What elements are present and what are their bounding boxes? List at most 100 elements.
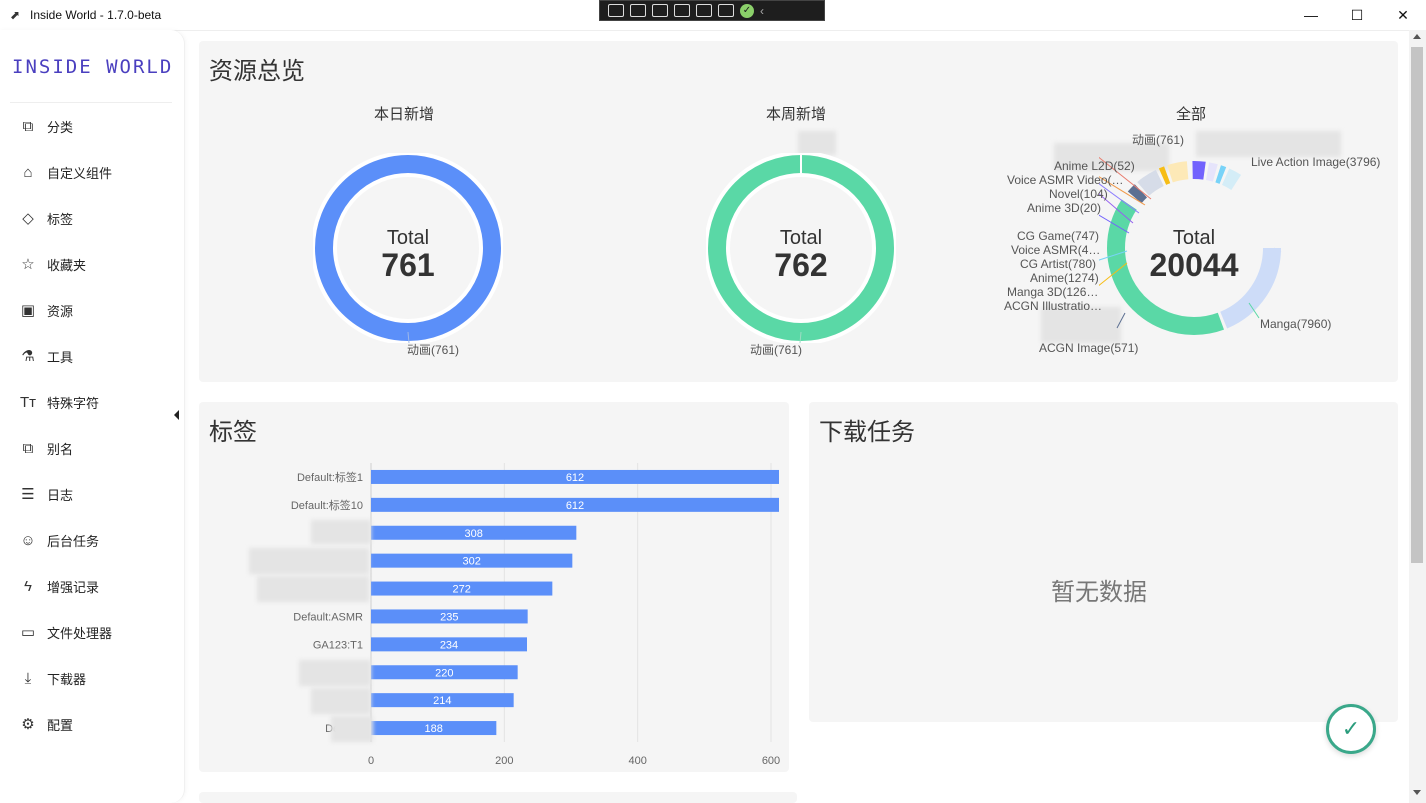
- overview-card: 资源总览 本日新增 Total 761 动画(761) 本周新增 Total 7…: [199, 41, 1398, 382]
- y-category-label: Default:ASMR: [293, 611, 363, 623]
- image-icon: ▣: [20, 302, 36, 319]
- bar-value-label: 188: [424, 723, 442, 735]
- component-icon: ⌂: [23, 163, 33, 181]
- window-title: Inside World - 1.7.0-beta: [30, 8, 162, 22]
- sidebar-item-downloader[interactable]: ⤓ 下载器: [0, 658, 184, 698]
- all-slice-label: ACGN Image(571): [1039, 341, 1139, 355]
- all-slice-label: Voice ASMR Video(…: [1007, 173, 1124, 187]
- downloads-card-title: 下载任务: [819, 419, 915, 446]
- live-tree-icon[interactable]: [608, 4, 624, 17]
- empty-state-text: 暂无数据: [1051, 579, 1147, 606]
- tags-card: 标签 0 200 400 600 612 Default:标签1 612 Default:标签…: [199, 402, 789, 772]
- weekly-donut-title: 本周新增: [766, 106, 827, 123]
- sidebar-item-label: 标签: [47, 211, 74, 227]
- daily-total-value: 761: [381, 247, 435, 283]
- robot-icon: ☺: [20, 531, 36, 549]
- all-slice-label: Manga(7960): [1260, 317, 1332, 331]
- sidebar-item-label: 资源: [47, 303, 74, 319]
- redacted-label: [798, 131, 836, 155]
- sidebar-item-file-processor[interactable]: ▭ 文件处理器: [0, 612, 184, 652]
- status-check-button[interactable]: ✓: [1326, 704, 1376, 754]
- sidebar-item-alias[interactable]: ⧉ 别名: [0, 428, 184, 468]
- sidebar-item-resources[interactable]: ▣ 资源: [0, 290, 184, 330]
- sidebar-item-label: 别名: [47, 441, 74, 457]
- lightning-icon: ϟ: [24, 577, 32, 595]
- ok-icon[interactable]: ✓: [740, 3, 754, 18]
- sidebar-item-settings[interactable]: ⚙ 配置: [0, 704, 184, 744]
- redacted-label: [257, 576, 369, 602]
- all-slice-label: Anime(1274): [1030, 271, 1099, 285]
- bar-value-label: 612: [566, 500, 584, 512]
- sidebar-item-enhancement[interactable]: ϟ 增强记录: [0, 566, 184, 606]
- bar-value-label: 612: [566, 472, 584, 484]
- folder-icon: ▭: [20, 624, 36, 641]
- x-tick-label: 0: [368, 755, 374, 767]
- sidebar-item-tools[interactable]: ⚗ 工具: [0, 336, 184, 376]
- sidebar-item-label: 增强记录: [47, 579, 100, 595]
- collapse-icon[interactable]: ‹: [760, 4, 764, 18]
- sidebar-item-favorites[interactable]: ☆ 收藏夹: [0, 244, 184, 284]
- redacted-label: [331, 716, 373, 742]
- sidebar: INSIDE WORLD ⧉ 分类 ⌂ 自定义组件 ◇ 标签 ☆ 收藏夹 ▣ 资…: [0, 30, 185, 803]
- display-layout-adorners-icon[interactable]: [674, 4, 690, 17]
- cursor-icon: ⬈: [10, 8, 21, 22]
- overview-title: 资源总览: [209, 58, 305, 85]
- sidebar-collapse-button[interactable]: [174, 410, 179, 420]
- bar-value-label: 234: [440, 639, 458, 651]
- tags-bar-chart: 0 200 400 600 612 Default:标签1 612 Default:标签10 3…: [291, 463, 780, 767]
- x-tick-label: 200: [495, 755, 513, 767]
- bar-value-label: 220: [435, 667, 453, 679]
- maximize-button[interactable]: ☐: [1334, 0, 1380, 30]
- y-category-label: Default:标签10: [291, 498, 363, 512]
- all-slice-label: Anime 3D(20): [1027, 201, 1102, 215]
- scrollbar-thumb[interactable]: [1411, 47, 1423, 563]
- select-element-icon[interactable]: [652, 4, 668, 17]
- all-slice-label: Voice ASMR(4…: [1011, 243, 1101, 257]
- check-icon: ✓: [1341, 716, 1361, 741]
- sidebar-item-background-tasks[interactable]: ☺ 后台任务: [0, 520, 184, 560]
- sidebar-item-custom-components[interactable]: ⌂ 自定义组件: [0, 152, 184, 192]
- all-slice-label: CG Game(747): [1017, 229, 1100, 243]
- record-icon[interactable]: [630, 4, 646, 17]
- divider: [10, 102, 172, 103]
- hot-reload-icon[interactable]: [718, 4, 734, 17]
- tag-icon: ◇: [22, 210, 34, 227]
- redacted-label: [299, 660, 371, 686]
- sidebar-item-label: 收藏夹: [47, 257, 87, 273]
- bar-value-label: 235: [440, 611, 458, 623]
- close-button[interactable]: ✕: [1380, 0, 1426, 30]
- bar-value-label: 214: [433, 695, 451, 707]
- next-card: [199, 792, 797, 803]
- tags-card-title: 标签: [209, 419, 257, 446]
- sidebar-item-label: 日志: [47, 487, 74, 503]
- sidebar-item-label: 自定义组件: [47, 165, 113, 181]
- track-focus-icon[interactable]: [696, 4, 712, 17]
- app-logo: INSIDE WORLD: [12, 56, 174, 78]
- x-tick-label: 400: [628, 755, 646, 767]
- minimize-button[interactable]: —: [1288, 0, 1334, 30]
- devtools-toolbar: ✓ ‹: [599, 0, 825, 21]
- x-tick-label: 600: [762, 755, 780, 767]
- all-slice-label: CG Artist(780): [1020, 257, 1097, 271]
- redacted-label: [311, 520, 371, 544]
- scroll-up-icon[interactable]: [1413, 34, 1421, 39]
- scroll-down-icon[interactable]: [1413, 790, 1421, 795]
- sidebar-item-log[interactable]: ☰ 日志: [0, 474, 184, 514]
- alias-icon: ⧉: [22, 439, 34, 457]
- redacted-label: [311, 688, 371, 714]
- sidebar-item-label: 特殊字符: [47, 395, 100, 411]
- copy-icon: ⧉: [22, 117, 34, 135]
- font-size-icon: Tт: [19, 393, 37, 411]
- all-slice-label: Anime L2D(52): [1054, 159, 1135, 173]
- sidebar-item-category[interactable]: ⧉ 分类: [0, 106, 184, 146]
- sidebar-item-special-chars[interactable]: Tт 特殊字符: [0, 382, 184, 422]
- y-category-label: GA123:T1: [313, 639, 363, 651]
- all-slice-label: Novel(104): [1049, 187, 1108, 201]
- all-slice-label: Live Action Image(3796): [1251, 155, 1381, 169]
- daily-slice-label: 动画(761): [407, 343, 460, 357]
- sidebar-item-label: 后台任务: [47, 533, 100, 549]
- sidebar-item-label: 下载器: [47, 671, 87, 687]
- weekly-slice-label: 动画(761): [750, 343, 803, 357]
- sidebar-item-tags[interactable]: ◇ 标签: [0, 198, 184, 238]
- sidebar-item-label: 文件处理器: [47, 625, 113, 641]
